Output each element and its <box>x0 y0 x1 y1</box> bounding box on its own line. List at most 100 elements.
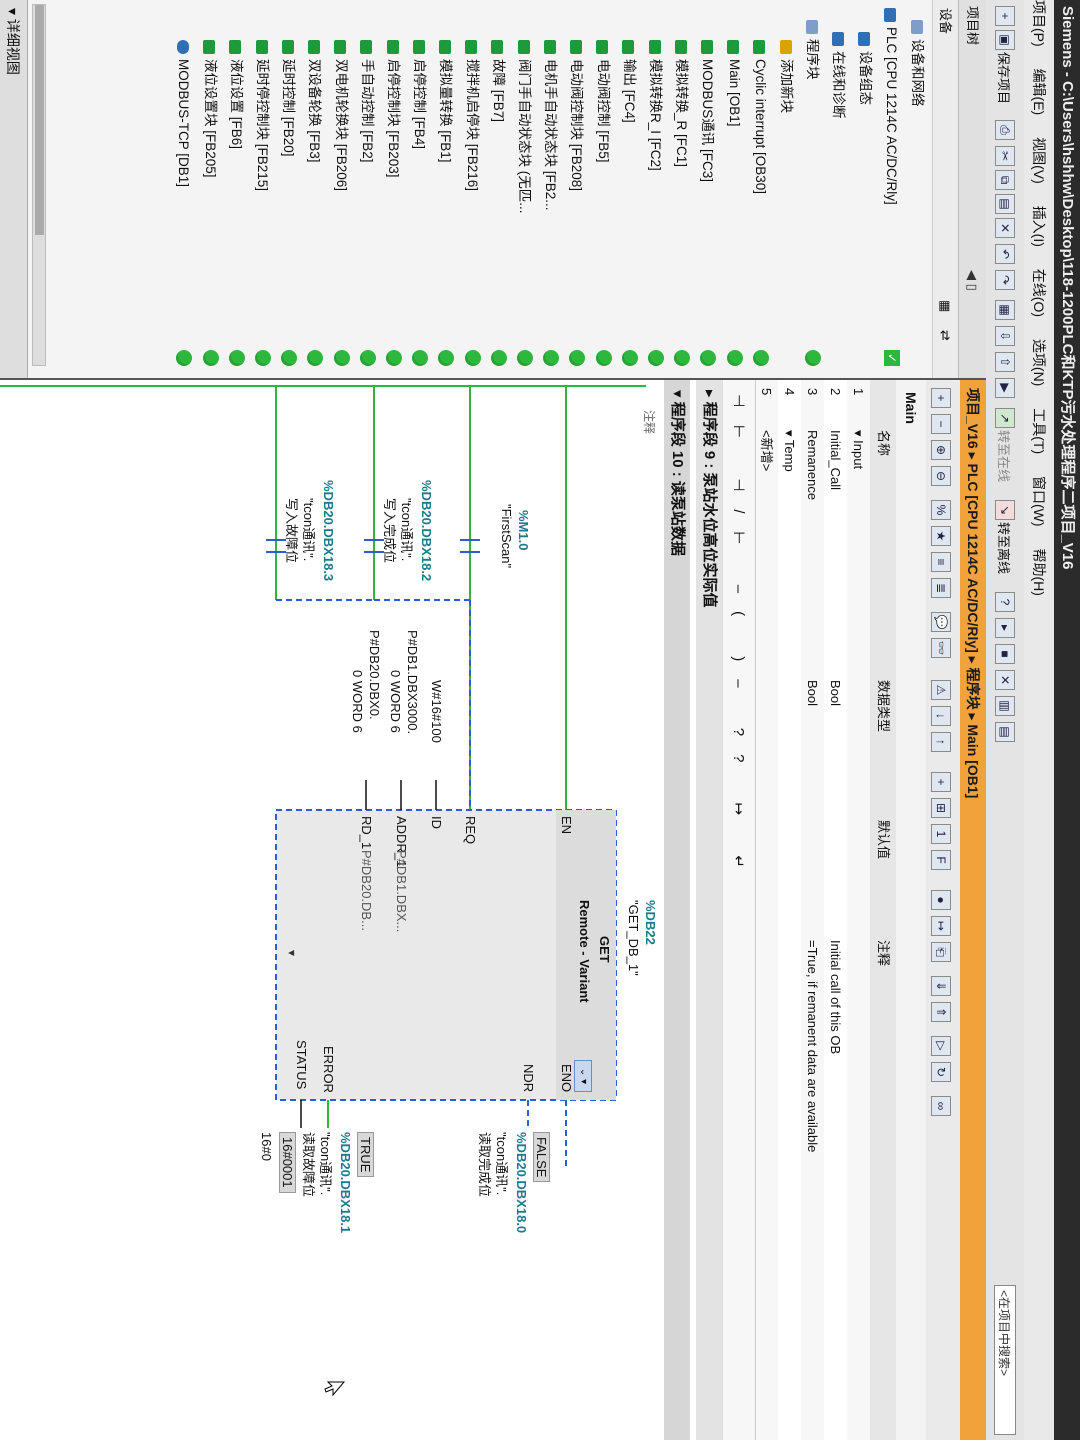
tree-view-icon[interactable]: ▦ <box>932 300 958 312</box>
copy-icon[interactable]: ⧉ <box>995 170 1015 190</box>
append-row-icon[interactable]: ⊖ <box>931 466 951 486</box>
new-project-icon[interactable]: + <box>995 6 1015 26</box>
tree-item[interactable]: Main [OB1] <box>722 40 747 127</box>
tree-item[interactable]: PLC [CPU 1214C AC/DC/Rly] <box>879 8 904 205</box>
comments-icon[interactable]: 💬 <box>931 612 951 632</box>
block-options-icon[interactable]: ⌄ ▾ <box>574 1060 592 1092</box>
go-online-button[interactable]: 转至在线 <box>995 430 1014 482</box>
next-error-icon[interactable]: ↓ <box>931 706 951 726</box>
breakpoint-icon[interactable]: ● <box>931 890 951 910</box>
monitor-on-icon[interactable]: ∞ <box>931 1096 951 1116</box>
favorites-icon[interactable]: ★ <box>931 526 951 546</box>
tree-item[interactable]: 在线和诊断 <box>826 32 851 119</box>
block-expand-icon[interactable]: ▾ <box>285 950 299 956</box>
collapse-panel-icon[interactable]: ◀ ▯ <box>958 270 986 291</box>
param-addr1[interactable]: P#DB1.DBX3000. <box>405 630 420 734</box>
prev-error-icon[interactable]: ↑ <box>931 732 951 752</box>
tree-item[interactable]: 电动阀控制 [FB5] <box>591 40 616 163</box>
snapshot-icon[interactable]: ⎗ <box>931 942 951 962</box>
close-all-networks-icon[interactable]: ≣ <box>931 578 951 598</box>
tree-item[interactable]: 故障 [FB7] <box>486 40 511 122</box>
menu-insert[interactable]: 插入(I) <box>1031 206 1047 247</box>
tree-refresh-icon[interactable]: ⇄ <box>932 330 958 341</box>
tree-item[interactable]: 搅拌机启停块 [FB216] <box>460 40 485 191</box>
delete-icon[interactable]: ✕ <box>995 218 1015 238</box>
tree-item[interactable]: 延时停控制块 [FB215] <box>250 40 275 191</box>
go-online-icon[interactable]: ↗ <box>995 408 1015 428</box>
add-watch-icon[interactable]: + <box>931 772 951 792</box>
absolute-address-icon[interactable]: % <box>931 500 951 520</box>
menu-window[interactable]: 窗口(W) <box>1031 476 1047 527</box>
tree-item[interactable]: 阀门手自动状态块 (无匹... <box>512 40 537 214</box>
tree-item[interactable]: 模拟转换R_I [FC2] <box>643 40 668 171</box>
tree-item[interactable]: MODBUS通讯 [FC3] <box>695 40 720 182</box>
insert-row-icon[interactable]: ⊕ <box>931 440 951 460</box>
start-cpu-icon[interactable]: ▸ <box>995 618 1015 638</box>
monitoring-icon[interactable]: 👓 <box>931 638 951 658</box>
save-project-button[interactable]: 保存项目 <box>995 52 1014 104</box>
cut-icon[interactable]: ✂ <box>995 146 1015 166</box>
menu-help[interactable]: 帮助(H) <box>1031 548 1047 595</box>
go-offline-icon[interactable]: ↘ <box>995 500 1015 520</box>
undo-icon[interactable]: ↶ <box>995 244 1015 264</box>
tree-item[interactable]: 设备组态 <box>853 32 878 105</box>
tree-item[interactable]: 模拟量转换 [FB1] <box>433 40 458 163</box>
menu-view[interactable]: 视图(V) <box>1031 137 1047 184</box>
interface-row[interactable]: 2 Initial_Call Bool Initial call of this OB <box>824 380 847 1440</box>
force-icon[interactable]: F <box>931 850 951 870</box>
menu-options[interactable]: 选项(N) <box>1031 339 1047 386</box>
cross-reference-icon[interactable]: ✕ <box>995 670 1015 690</box>
split-editor-vertical-icon[interactable]: ▤ <box>995 722 1015 742</box>
ladder-instruction-bar[interactable]: ⊣⊢ ⊣/⊢ –( )– ?? ↦ ↵ <box>722 380 756 1440</box>
tree-item[interactable]: 液位设置块 [FB205] <box>198 40 223 178</box>
project-search-input[interactable]: <在项目中搜索> <box>994 1285 1016 1435</box>
split-editor-icon[interactable]: ▥ <box>995 696 1015 716</box>
tree-item[interactable]: MODBUS-TCP [DB1] <box>171 40 196 187</box>
download-icon[interactable]: ⇩ <box>995 326 1015 346</box>
modify-icon[interactable]: 1 <box>931 824 951 844</box>
accessible-devices-icon[interactable]: ? <box>995 592 1015 612</box>
tree-horizontal-scrollbar[interactable] <box>32 4 46 366</box>
compile-icon[interactable]: ▦ <box>995 300 1015 320</box>
details-view-header[interactable]: ▾ 详细视图 <box>0 0 28 378</box>
upload-block-icon[interactable]: ⇑ <box>931 1002 951 1022</box>
tree-item[interactable]: 添加新块 <box>774 40 799 113</box>
call-hierarchy-icon[interactable]: ⊞ <box>931 798 951 818</box>
network-10-title[interactable]: ▾ 程序段 10 : 读泵站数据 <box>664 380 690 1440</box>
save-icon[interactable]: ▣ <box>995 30 1015 50</box>
network-expand-icon[interactable]: ▸ <box>701 390 718 402</box>
tree-item[interactable]: 启停控制块 [FB203] <box>381 40 406 178</box>
menu-edit[interactable]: 编辑(E) <box>1031 69 1047 116</box>
stop-cpu-icon[interactable]: ■ <box>995 644 1015 664</box>
tree-item[interactable]: 设备和网络 <box>905 20 930 107</box>
insert-network-icon[interactable]: + <box>931 388 951 408</box>
download-block-icon[interactable]: ⇓ <box>931 976 951 996</box>
paste-icon[interactable]: ▤ <box>995 194 1015 214</box>
param-id[interactable]: W#16#100 <box>429 680 444 743</box>
network-9-title[interactable]: ▸ 程序段 9 : 泵站水位高位实际值 <box>696 380 722 1440</box>
tree-item[interactable]: 液位设置 [FB6] <box>224 40 249 149</box>
tree-item[interactable]: 电动阀控制块 [FB208] <box>564 40 589 191</box>
tree-item[interactable]: 启停控制 [FB4] <box>407 40 432 149</box>
delete-network-icon[interactable]: − <box>931 414 951 434</box>
tree-item[interactable]: 延时控制 [FB20] <box>276 40 301 157</box>
simulation-icon[interactable]: ▶ <box>995 378 1015 398</box>
interface-row[interactable]: 1 ▾ Input <box>847 380 870 1440</box>
interface-row[interactable]: 4 ▾ Temp <box>778 380 801 1440</box>
menu-project[interactable]: 项目(P) <box>1031 0 1047 47</box>
menu-online[interactable]: 在线(O) <box>1031 269 1047 317</box>
devices-tab[interactable]: 设备 ▦ ⇄ <box>932 0 958 378</box>
upload-icon[interactable]: ⇧ <box>995 352 1015 372</box>
tree-item[interactable]: 模拟转换_R [FC1] <box>669 40 694 167</box>
open-all-networks-icon[interactable]: ≡ <box>931 552 951 572</box>
tree-item[interactable]: 双设备轮换 [FB3] <box>302 40 327 163</box>
interface-row[interactable]: 3 Remanence Bool =True, if remanent data ar… <box>801 380 824 1440</box>
redo-icon[interactable]: ↷ <box>995 270 1015 290</box>
go-offline-button[interactable]: 转至离线 <box>995 522 1014 574</box>
print-icon[interactable]: ⎙ <box>995 120 1015 140</box>
tree-item[interactable]: 手自动控制 [FB2] <box>355 40 380 163</box>
network-collapse-icon[interactable]: ▾ <box>669 390 686 402</box>
tree-item[interactable]: Cyclic interrupt [OB30] <box>748 40 773 194</box>
tree-item[interactable]: 输出 [FC4] <box>617 40 642 123</box>
tree-item[interactable]: 双电机轮换块 [FB206] <box>329 40 354 191</box>
